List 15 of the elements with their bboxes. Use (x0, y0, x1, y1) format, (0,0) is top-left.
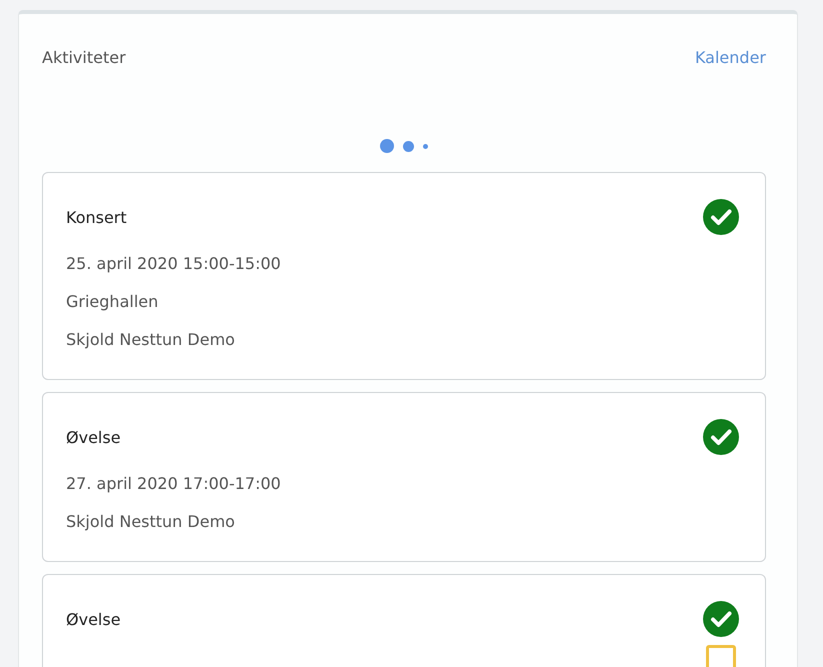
activity-detail: Grieghallen (66, 291, 160, 313)
activity-detail: Skjold Nesttun Demo (66, 511, 236, 533)
activity-title: Øvelse (66, 427, 121, 449)
activity-title: Konsert (66, 207, 127, 229)
pager-dot[interactable] (423, 144, 428, 148)
activity-card[interactable]: Øvelse 27. april 2020 17:00-17:00 Skjold Nesttun Demo (42, 392, 766, 562)
pager-dot[interactable] (380, 139, 394, 153)
activity-detail: 27. april 2020 17:00-17:00 (66, 473, 282, 495)
activity-card[interactable]: Øvelse (42, 574, 766, 667)
pager-dot[interactable] (403, 140, 414, 152)
activity-detail: Skjold Nesttun Demo (66, 329, 236, 351)
activity-card[interactable]: Konsert 25. april 2020 15:00-15:00 Grieghallen Skjold Nesttun Demo (42, 172, 766, 380)
activity-title: Øvelse (66, 609, 121, 631)
activity-detail: 25. april 2020 15:00-15:00 (66, 253, 282, 275)
panel-title: Aktiviteter (42, 48, 126, 67)
